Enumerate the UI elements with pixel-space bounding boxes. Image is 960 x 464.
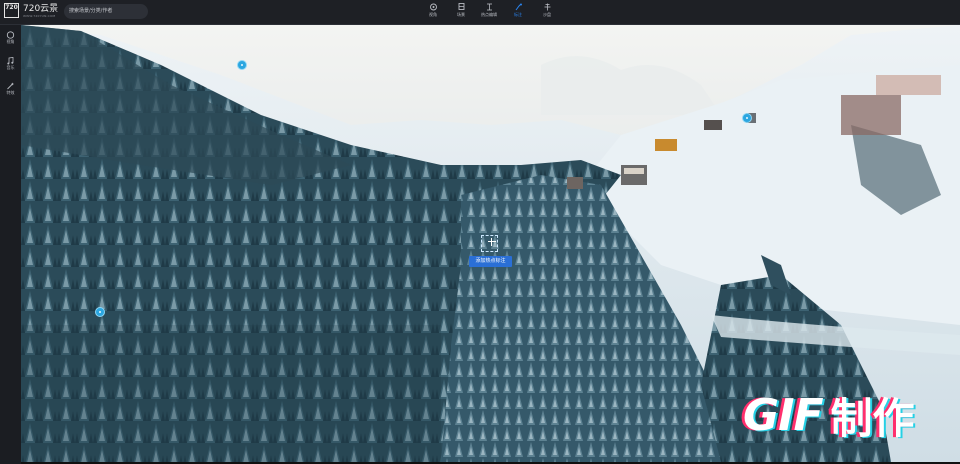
- tool-sandbox[interactable]: 沙盘: [537, 3, 557, 17]
- sidebar-item-view[interactable]: 视角: [0, 31, 21, 44]
- crosshair-icon: [491, 238, 492, 246]
- tool-sandbox-label: 沙盘: [543, 12, 551, 17]
- top-toolbar: 720 720云景 WWW.720YUN.COM 搜索场景/分类/作者 视角 场…: [0, 0, 960, 25]
- crosshair-icon: [488, 241, 496, 242]
- view-icon: [429, 3, 437, 11]
- panorama-viewer[interactable]: 添加热点标注 GIF 制作: [21, 25, 960, 462]
- app-subtitle: WWW.720YUN.COM: [23, 13, 56, 18]
- tool-hotspot-label: 热点编辑: [481, 12, 497, 17]
- left-sidebar: 视角 音乐 特效: [0, 25, 21, 464]
- hotspot-marker[interactable]: [95, 307, 105, 317]
- sidebar-item-label: 音乐: [6, 65, 15, 70]
- sandbox-icon: [544, 3, 550, 11]
- gif-watermark: GIF 制作: [743, 375, 915, 455]
- app-name: 720云景: [23, 3, 59, 14]
- hotspot-icon: [486, 3, 492, 11]
- marker-icon: [515, 3, 522, 11]
- sidebar-item-label: 特效: [6, 90, 15, 95]
- search-input[interactable]: 搜索场景/分类/作者: [64, 4, 148, 19]
- sidebar-item-music[interactable]: 音乐: [0, 57, 21, 70]
- music-icon: [7, 57, 14, 65]
- tool-view[interactable]: 视角: [423, 3, 443, 17]
- placement-cursor[interactable]: [481, 235, 498, 252]
- add-hotspot-button[interactable]: 添加热点标注: [469, 256, 512, 267]
- tool-hotspot[interactable]: 热点编辑: [479, 3, 499, 17]
- logo-mark: 720: [4, 3, 19, 18]
- tool-scene[interactable]: 场景: [451, 3, 471, 17]
- tool-marker[interactable]: 标注: [508, 3, 528, 17]
- tool-scene-label: 场景: [457, 12, 465, 17]
- circle-icon: [6, 31, 15, 39]
- sidebar-item-effects[interactable]: 特效: [0, 82, 21, 95]
- hotspot-marker[interactable]: [237, 60, 247, 70]
- hotspot-marker[interactable]: [742, 113, 752, 123]
- tool-marker-label: 标注: [514, 12, 522, 17]
- tool-view-label: 视角: [429, 12, 437, 17]
- watermark-text: 制作: [830, 393, 915, 443]
- watermark-gif: GIF: [743, 389, 824, 441]
- app-logo[interactable]: 720 720云景 WWW.720YUN.COM: [4, 3, 58, 18]
- scene-icon: [458, 3, 464, 10]
- sidebar-item-label: 视角: [6, 39, 15, 44]
- magic-wand-icon: [7, 82, 14, 90]
